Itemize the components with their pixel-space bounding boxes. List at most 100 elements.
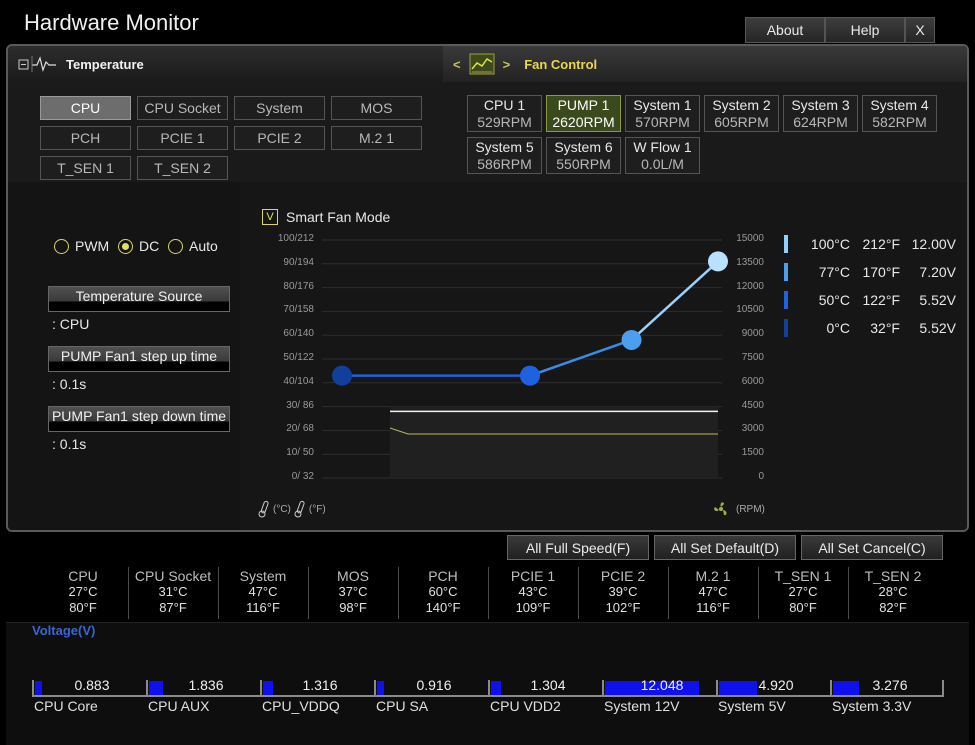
all-set-default-button[interactable]: All Set Default(D) [654, 535, 796, 560]
all-set-cancel-button[interactable]: All Set Cancel(C) [801, 535, 943, 560]
temp-readout-pcie-1: PCIE 1 43°C 109°F [488, 568, 578, 616]
right-tick-label: 7500 [741, 352, 764, 363]
voltage-tick [602, 680, 604, 697]
fan-rpm: 2620RPM [552, 113, 615, 130]
right-tick-label: 1500 [741, 447, 764, 459]
temp-readout-fahrenheit: 116°F [696, 600, 730, 615]
fan-name: W Flow 1 [633, 138, 692, 155]
step-up-time-button[interactable]: PUMP Fan1 step up time [48, 346, 230, 372]
all-full-speed-button[interactable]: All Full Speed(F) [507, 535, 649, 560]
auto-label: Auto [189, 238, 218, 254]
temp-source-mos[interactable]: MOS [331, 96, 422, 120]
left-tick-label: 10/ 50 [286, 447, 314, 459]
legend-voltage: 12.00V [911, 236, 956, 252]
legend-row: 0°C 32°F 5.52V [784, 314, 956, 342]
curve-point-handle[interactable] [520, 365, 540, 386]
temp-readout-celsius: 60°C [428, 584, 458, 599]
temp-readout-name: CPU Socket [134, 568, 212, 584]
radio-selected-icon [118, 238, 133, 254]
voltage-level-bar [377, 681, 384, 695]
temp-readout-t-sen-2: T_SEN 2 28°C 82°F [848, 568, 938, 616]
app-title: Hardware Monitor [24, 10, 199, 35]
temp-readout-celsius: 47°C [248, 584, 278, 599]
temperature-source-button[interactable]: Temperature Source [48, 286, 230, 312]
fan-name: System 4 [870, 96, 929, 113]
fan-button-system-1[interactable]: System 1 570RPM [625, 95, 700, 132]
temp-readout-fahrenheit: 87°F [159, 600, 187, 615]
fan-button-system-2[interactable]: System 2 605RPM [704, 95, 779, 132]
fan-rpm: 605RPM [714, 113, 769, 130]
legend-row: 50°C 122°F 5.52V [784, 286, 956, 314]
temp-readout-name: PCIE 2 [600, 568, 646, 584]
legend-color-swatch [784, 291, 788, 309]
temp-readout-name: T_SEN 1 [774, 568, 832, 584]
legend-color-swatch [784, 319, 788, 337]
step-down-time-button[interactable]: PUMP Fan1 step down time [48, 406, 230, 432]
temp-source-cpu-socket[interactable]: CPU Socket [137, 96, 228, 120]
pwm-radio[interactable]: PWM [54, 238, 109, 254]
left-tick-label: 0/ 32 [291, 471, 314, 482]
voltage-title: Voltage(V) [32, 623, 96, 638]
fan-button-pump-1[interactable]: PUMP 1 2620RPM [546, 95, 621, 132]
fan-rpm: 570RPM [635, 113, 690, 130]
right-tick-label: 15000 [736, 233, 764, 244]
curve-point-handle[interactable] [621, 329, 642, 350]
readout-separator [758, 567, 759, 619]
legend-voltage: 5.52V [919, 292, 956, 308]
fan-nav-right-icon[interactable]: > [503, 57, 511, 72]
fan-rpm: 586RPM [477, 155, 532, 172]
voltage-name: System 3.3V [832, 698, 912, 714]
readout-separator [128, 567, 129, 619]
voltage-value: 4.920 [758, 677, 794, 693]
curve-point-handle[interactable] [332, 365, 352, 386]
temp-source-system[interactable]: System [234, 96, 325, 120]
about-button[interactable]: About [745, 17, 825, 43]
readout-separator [578, 567, 579, 619]
fan-control-header: < > Fan Control [443, 46, 967, 82]
rpm-unit: (RPM) [736, 503, 765, 515]
legend-fahrenheit: 32°F [870, 320, 900, 336]
legend-fahrenheit: 122°F [862, 292, 900, 308]
curve-segment [529, 338, 632, 377]
temp-readout-name: MOS [337, 568, 369, 584]
fan-button-system-4[interactable]: System 4 582RPM [862, 95, 937, 132]
temp-source-pcie-2[interactable]: PCIE 2 [234, 126, 325, 150]
temp-source-pcie-1[interactable]: PCIE 1 [137, 126, 228, 150]
auto-radio[interactable]: Auto [168, 238, 218, 254]
voltage-name: CPU SA [376, 698, 429, 714]
fan-nav-left-icon[interactable]: < [453, 57, 461, 72]
fan-button-system-3[interactable]: System 3 624RPM [783, 95, 858, 132]
main-panel: Temperature < > Fan Control CPU CPU Socke… [6, 44, 969, 532]
voltage-value: 1.304 [530, 677, 566, 693]
temp-readout-system: System 47°C 116°F [218, 568, 308, 616]
temp-source-t-sen-2[interactable]: T_SEN 2 [137, 156, 228, 180]
temp-source-pch[interactable]: PCH [40, 126, 131, 150]
fan-button-w-flow-1[interactable]: W Flow 1 0.0L/M [625, 137, 700, 174]
voltage-level-bar [491, 681, 501, 695]
history-area [390, 406, 718, 478]
temp-source-cpu[interactable]: CPU [40, 96, 131, 120]
temp-source-m-2-1[interactable]: M.2 1 [331, 126, 422, 150]
voltage-tick [716, 680, 718, 697]
pwm-label: PWM [75, 238, 110, 254]
fan-rpm: 529RPM [477, 113, 532, 130]
temp-readout-t-sen-1: T_SEN 1 27°C 80°F [758, 568, 848, 616]
legend-color-swatch [784, 263, 788, 281]
temperature-header: Temperature [8, 46, 443, 82]
right-tick-label: 0 [758, 471, 764, 482]
fan-button-cpu-1[interactable]: CPU 1 529RPM [467, 95, 542, 132]
temp-source-t-sen-1[interactable]: T_SEN 1 [40, 156, 131, 180]
thermometer-icon [258, 500, 269, 518]
temperature-source-value: : CPU [52, 316, 90, 332]
temp-readout-cpu: CPU 27°C 80°F [38, 568, 128, 616]
close-button[interactable]: X [905, 17, 935, 43]
legend-celsius: 100°C [810, 236, 850, 252]
temperature-unit-legend: (°C) (°F) [258, 500, 326, 518]
help-button[interactable]: Help [825, 17, 905, 43]
readout-separator [668, 567, 669, 619]
dc-radio[interactable]: DC [118, 238, 159, 254]
fan-button-system-5[interactable]: System 5 586RPM [467, 137, 542, 174]
fan-rpm: 0.0L/M [641, 155, 684, 172]
fan-button-system-6[interactable]: System 6 550RPM [546, 137, 621, 174]
legend-row: 77°C 170°F 7.20V [784, 258, 956, 286]
